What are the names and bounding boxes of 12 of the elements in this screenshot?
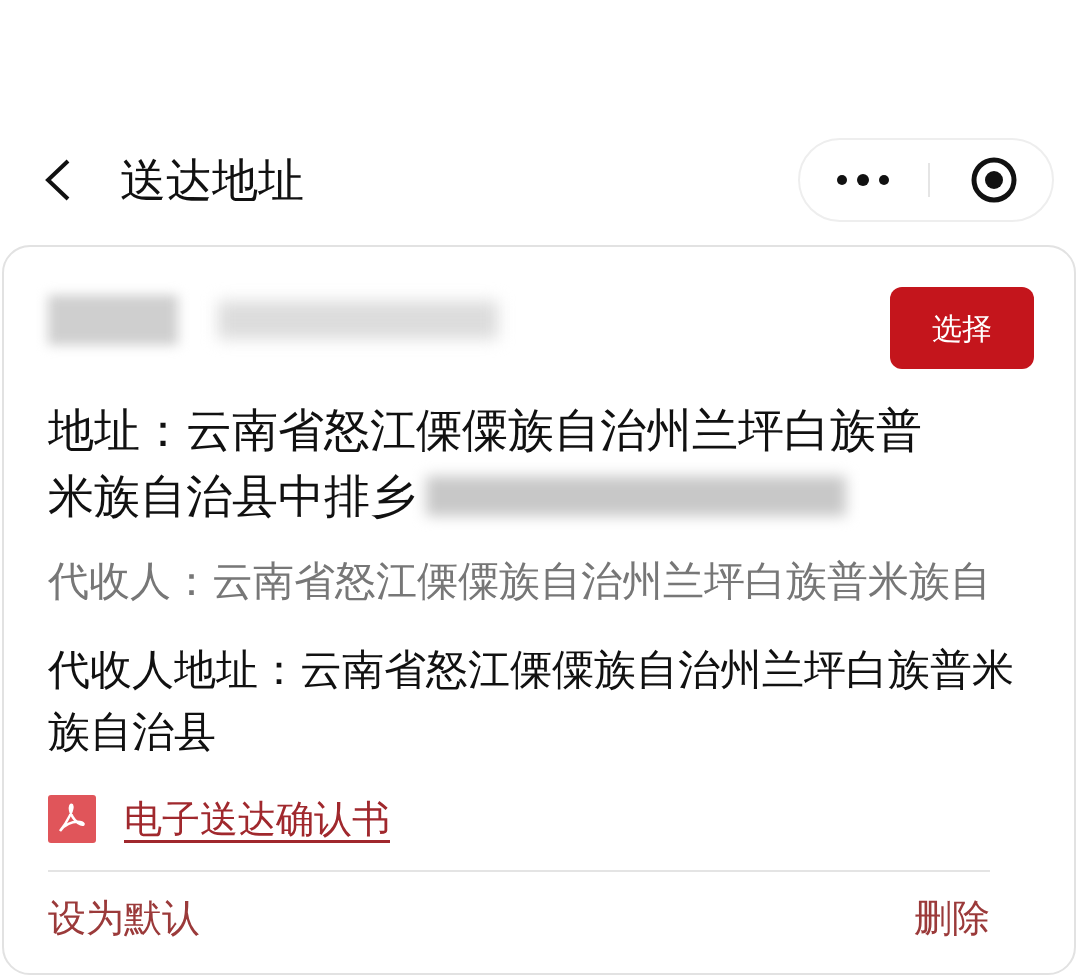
pdf-icon — [48, 795, 96, 843]
close-target-icon[interactable] — [970, 156, 1018, 204]
agent-text: 代收人：云南省怒江傈僳族自治州兰坪白族普米族自 — [48, 556, 992, 607]
address-text: 地址：云南省怒江傈僳族自治州兰坪白族普 — [48, 402, 922, 459]
address-text: 米族自治县中排乡 — [48, 468, 416, 525]
select-button[interactable]: 选择 — [890, 287, 1034, 369]
page-title: 送达地址 — [120, 151, 304, 209]
more-icon[interactable] — [836, 173, 890, 187]
document-link[interactable]: 电子送达确认书 — [124, 790, 390, 848]
agent-address-text: 代收人地址：云南省怒江傈僳族自治州兰坪白族普米族自治县 — [48, 643, 1015, 758]
set-default-link[interactable]: 设为默认 — [48, 889, 200, 947]
delete-link[interactable]: 删除 — [914, 889, 990, 947]
